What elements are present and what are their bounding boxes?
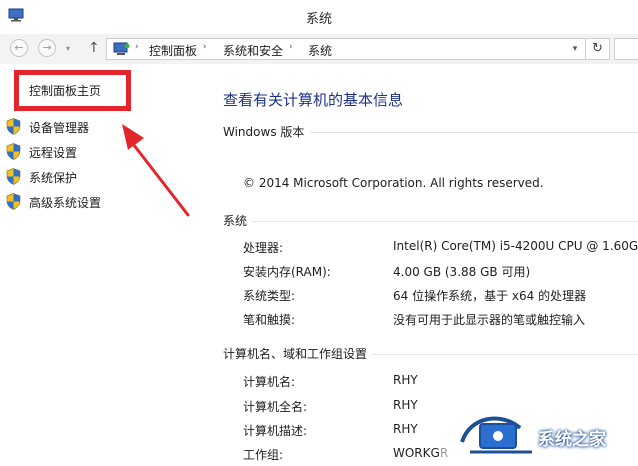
back-button[interactable]: ← xyxy=(10,39,28,57)
info-value: RHY xyxy=(393,422,418,436)
shield-icon xyxy=(6,168,21,185)
shield-icon xyxy=(6,193,21,210)
recent-locations-chevron-down-icon[interactable]: ▾ xyxy=(66,44,70,53)
info-value: RHY xyxy=(393,373,418,387)
section-divider xyxy=(223,221,638,222)
info-key: 安装内存(RAM): xyxy=(243,265,331,279)
search-input[interactable] xyxy=(614,38,638,60)
shield-icon xyxy=(6,143,21,160)
control-panel-icon xyxy=(113,42,130,55)
breadcrumb-system-and-security[interactable]: 系统和安全 xyxy=(223,42,283,59)
breadcrumb-separator: › xyxy=(203,42,207,52)
sidebar-item-label: 系统保护 xyxy=(29,171,78,185)
up-arrow-icon[interactable]: ↑ xyxy=(88,40,100,56)
section-title: 计算机名、域和工作组设置 xyxy=(223,345,374,362)
breadcrumb-system[interactable]: 系统 xyxy=(308,42,332,59)
shield-icon xyxy=(6,118,21,135)
window-title: 系统 xyxy=(305,12,332,27)
info-key: 工作组: xyxy=(243,448,284,462)
info-key: 计算机名: xyxy=(243,375,296,389)
computer-name-section: 计算机名、域和工作组设置 xyxy=(223,345,638,365)
page-title: 查看有关计算机的基本信息 xyxy=(223,91,404,109)
refresh-button[interactable]: ↻ xyxy=(586,38,610,60)
annotation-arrow-icon xyxy=(122,124,190,217)
breadcrumb-control-panel[interactable]: 控制面板 xyxy=(149,42,197,59)
sidebar-item-label: 高级系统设置 xyxy=(29,196,102,210)
info-key: 处理器: xyxy=(243,241,284,255)
info-row-system-type: 系统类型: 64 位操作系统，基于 x64 的处理器 xyxy=(0,287,638,307)
address-bar[interactable]: › 控制面板 › 系统和安全 › 系统 ▾ xyxy=(106,38,586,60)
section-title: 系统 xyxy=(223,212,254,229)
windows-edition-section: Windows 版本 xyxy=(223,123,638,143)
info-row-computer-name: 计算机名: RHY xyxy=(0,373,638,393)
info-key: 系统类型: xyxy=(243,289,296,303)
info-value: Intel(R) Core(TM) i5-4200U CPU @ 1.60GH xyxy=(393,239,638,253)
info-key: 计算机全名: xyxy=(243,400,308,414)
section-title: Windows 版本 xyxy=(223,123,311,140)
info-row-processor: 处理器: Intel(R) Core(TM) i5-4200U CPU @ 1.… xyxy=(0,239,638,259)
system-section: 系统 xyxy=(223,212,638,232)
forward-button[interactable]: → xyxy=(38,39,56,57)
info-key: 计算机描述: xyxy=(243,424,308,438)
sidebar-item-label: 设备管理器 xyxy=(29,121,90,135)
address-dropdown-chevron-down-icon[interactable]: ▾ xyxy=(565,39,585,59)
title-bar: 系统 xyxy=(0,0,638,34)
info-row-memory: 安装内存(RAM): 4.00 GB (3.88 GB 可用) xyxy=(0,263,638,283)
breadcrumb-separator: › xyxy=(289,42,293,52)
info-value: 64 位操作系统，基于 x64 的处理器 xyxy=(393,289,587,303)
sidebar-item-label: 远程设置 xyxy=(29,146,78,160)
watermark-text: 系统之家 xyxy=(538,430,606,450)
info-row-pen-touch: 笔和触摸: 没有可用于此显示器的笔或触控输入 xyxy=(0,311,638,331)
info-value: 4.00 GB (3.88 GB 可用) xyxy=(393,265,531,279)
info-value: 没有可用于此显示器的笔或触控输入 xyxy=(393,313,586,327)
info-value: RHY xyxy=(393,398,418,412)
copyright-text: © 2014 Microsoft Corporation. All rights… xyxy=(243,176,544,190)
navigation-bar: ← → ▾ ↑ › 控制面板 › 系统和安全 › 系统 ▾ ↻ xyxy=(0,34,638,64)
control-panel-home-link[interactable]: 控制面板主页 xyxy=(29,82,101,99)
breadcrumb-separator: › xyxy=(135,42,139,52)
info-key: 笔和触摸: xyxy=(243,313,296,327)
